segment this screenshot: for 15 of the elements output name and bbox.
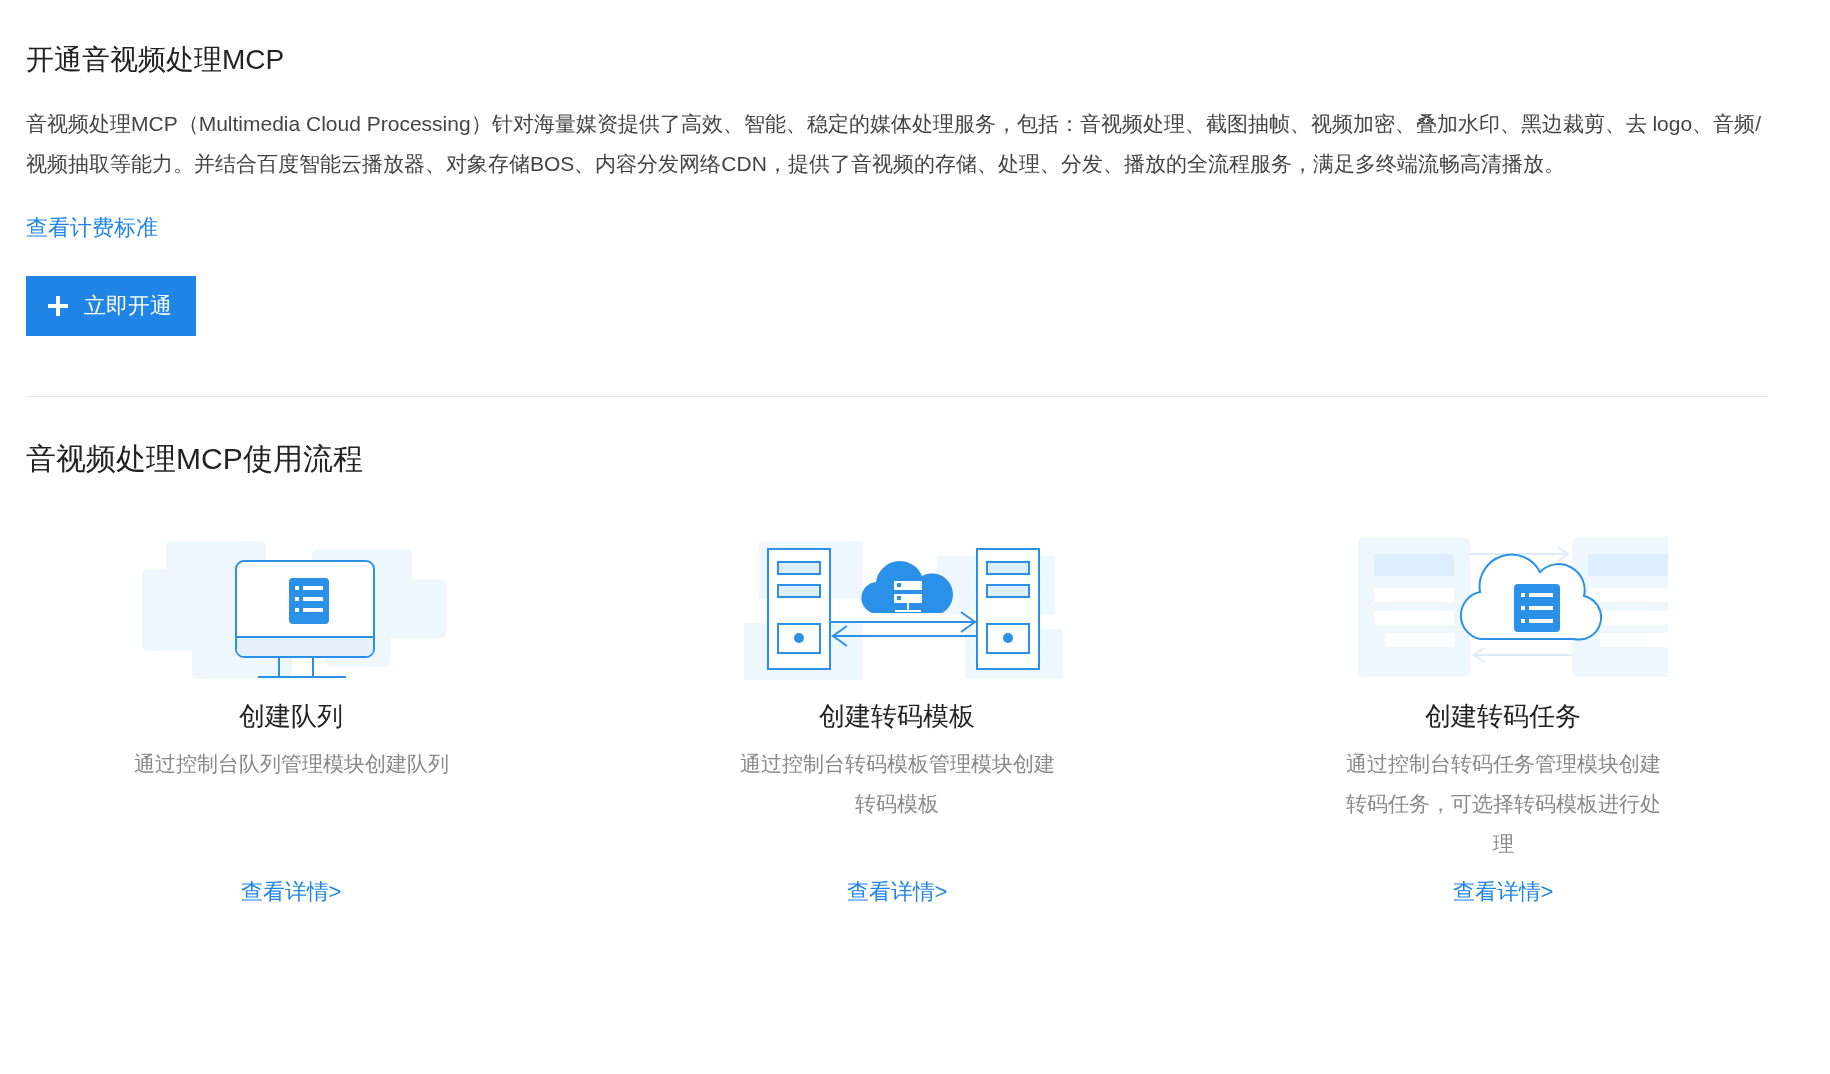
step-description: 通过控制台队列管理模块创建队列 [132, 751, 450, 777]
activate-button[interactable]: 立即开通 [26, 276, 196, 336]
step-title: 创建转码模板 [819, 700, 975, 733]
details-link[interactable]: 查看详情> [1452, 876, 1554, 908]
step-title: 创建队列 [239, 700, 343, 733]
section-title: 开通音视频处理MCP [26, 43, 286, 77]
plus-icon [46, 294, 70, 318]
pricing-link[interactable]: 查看计费标准 [26, 212, 158, 244]
step-description: 通过控制台转码模板管理模块创建转码模板 [738, 751, 1056, 817]
details-link[interactable]: 查看详情> [240, 876, 342, 908]
step-description: 通过控制台转码任务管理模块创建转码任务，可选择转码模板进行处理 [1344, 751, 1662, 857]
description-paragraph: 音视频处理MCP（Multimedia Cloud Processing）针对海量媒资提供了高效、智能、稳定的媒体处理服务，包括：音视频处理、截图抽帧、视频加密、叠加水印、黑边裁剪、去 logo、音频/视频抽取等能力。并结合百度智能云播放器、对象存储BOS、内容分发网络CDN，提供了音视频的存储、处理、分发、播放的全流程服务，满足多终端流畅高清播放。 [26, 111, 1762, 177]
step-title: 创建转码任务 [1425, 700, 1581, 733]
section-title: 音视频处理MCP使用流程 [26, 441, 364, 477]
details-link[interactable]: 查看详情> [846, 876, 948, 908]
